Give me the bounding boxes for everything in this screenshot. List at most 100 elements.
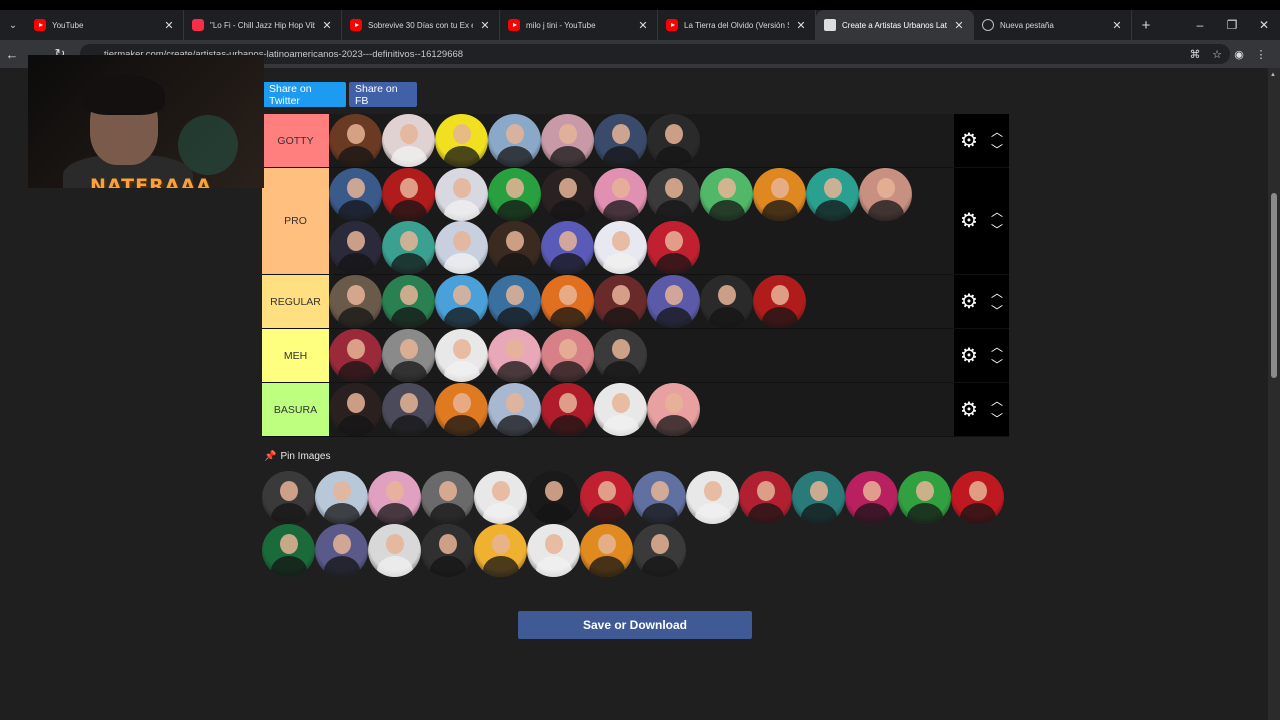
tier-item-avatar[interactable] bbox=[488, 275, 541, 328]
tab-tierra[interactable]: La Tierra del Olvido (Versión Sa ✕ bbox=[658, 10, 816, 40]
tier-item-avatar[interactable] bbox=[382, 275, 435, 328]
pin-image-avatar[interactable] bbox=[421, 524, 474, 577]
close-icon[interactable]: ✕ bbox=[479, 19, 491, 32]
gear-icon[interactable]: ⚙ bbox=[958, 399, 980, 421]
tier-item-avatar[interactable] bbox=[488, 383, 541, 436]
tier-item-avatar[interactable] bbox=[859, 168, 912, 221]
pin-image-avatar[interactable] bbox=[368, 471, 421, 524]
tier-item-avatar[interactable] bbox=[435, 329, 488, 382]
tier-item-avatar[interactable] bbox=[329, 275, 382, 328]
pin-image-avatar[interactable] bbox=[580, 524, 633, 577]
tier-item-avatar[interactable] bbox=[541, 275, 594, 328]
tab-youtube[interactable]: YouTube ✕ bbox=[26, 10, 184, 40]
tier-label[interactable]: REGULAR bbox=[262, 275, 329, 328]
tier-item-avatar[interactable] bbox=[329, 329, 382, 382]
page-scrollbar[interactable]: ▲ bbox=[1268, 68, 1280, 720]
tier-item-avatar[interactable] bbox=[700, 275, 753, 328]
new-tab-button[interactable]: + bbox=[1132, 17, 1160, 34]
tier-item-avatar[interactable] bbox=[594, 114, 647, 167]
tier-label[interactable]: BASURA bbox=[262, 383, 329, 436]
tab-lofi[interactable]: "Lo Fi - Chill Jazz Hip Hop Vibes ✕ bbox=[184, 10, 342, 40]
tier-item-avatar[interactable] bbox=[594, 275, 647, 328]
tier-item-avatar[interactable] bbox=[700, 168, 753, 221]
pin-image-avatar[interactable] bbox=[633, 524, 686, 577]
gear-icon[interactable]: ⚙ bbox=[958, 291, 980, 313]
tier-item-avatar[interactable] bbox=[541, 329, 594, 382]
pin-image-avatar[interactable] bbox=[633, 471, 686, 524]
scroll-up-icon[interactable]: ▲ bbox=[1270, 72, 1276, 78]
chevron-up-icon[interactable]: ︿ bbox=[991, 203, 1003, 221]
chevron-down-icon[interactable]: ﹀ bbox=[991, 410, 1003, 428]
tab-tiermaker[interactable]: Create a Artistas Urbanos Latino ✕ bbox=[816, 10, 974, 40]
pin-image-avatar[interactable] bbox=[474, 471, 527, 524]
scroll-thumb[interactable] bbox=[1271, 193, 1277, 378]
tier-item-avatar[interactable] bbox=[435, 221, 488, 274]
pin-image-avatar[interactable] bbox=[262, 471, 315, 524]
pin-image-avatar[interactable] bbox=[527, 471, 580, 524]
tier-item-avatar[interactable] bbox=[435, 168, 488, 221]
share-facebook-button[interactable]: Share on FB bbox=[349, 82, 417, 107]
pin-image-avatar[interactable] bbox=[898, 471, 951, 524]
chevron-up-icon[interactable]: ︿ bbox=[991, 123, 1003, 141]
pin-image-avatar[interactable] bbox=[421, 471, 474, 524]
tab-search-button[interactable]: ⌄ bbox=[0, 10, 26, 40]
bookmark-star-icon[interactable]: ☆ bbox=[1206, 48, 1228, 61]
close-icon[interactable]: ✕ bbox=[953, 19, 965, 32]
minimize-button[interactable]: – bbox=[1184, 10, 1216, 40]
tier-item-avatar[interactable] bbox=[435, 275, 488, 328]
tier-item-avatar[interactable] bbox=[806, 168, 859, 221]
close-icon[interactable]: ✕ bbox=[637, 19, 649, 32]
pin-image-avatar[interactable] bbox=[792, 471, 845, 524]
tier-item-avatar[interactable] bbox=[541, 168, 594, 221]
tier-label[interactable]: MEH bbox=[262, 329, 329, 382]
translate-icon[interactable]: ⌘ bbox=[1184, 48, 1206, 61]
tier-item-avatar[interactable] bbox=[382, 168, 435, 221]
tier-item-avatar[interactable] bbox=[647, 275, 700, 328]
pin-image-avatar[interactable] bbox=[739, 471, 792, 524]
tier-item-avatar[interactable] bbox=[594, 383, 647, 436]
chevron-down-icon[interactable]: ﹀ bbox=[991, 356, 1003, 374]
tier-item-avatar[interactable] bbox=[382, 221, 435, 274]
chevron-down-icon[interactable]: ﹀ bbox=[991, 302, 1003, 320]
tier-item-avatar[interactable] bbox=[382, 114, 435, 167]
tier-item-avatar[interactable] bbox=[329, 383, 382, 436]
close-icon[interactable]: ✕ bbox=[163, 19, 175, 32]
chevron-up-icon[interactable]: ︿ bbox=[991, 392, 1003, 410]
tab-sobrevive[interactable]: Sobrevive 30 Días con tu Ex en ✕ bbox=[342, 10, 500, 40]
chevron-down-icon[interactable]: ﹀ bbox=[991, 141, 1003, 159]
tier-item-avatar[interactable] bbox=[488, 329, 541, 382]
chevron-down-icon[interactable]: ﹀ bbox=[991, 221, 1003, 239]
back-button[interactable]: ← bbox=[0, 40, 24, 68]
tab-milo[interactable]: milo j tini - YouTube ✕ bbox=[500, 10, 658, 40]
close-window-button[interactable]: ✕ bbox=[1248, 10, 1280, 40]
pin-image-avatar[interactable] bbox=[474, 524, 527, 577]
close-icon[interactable]: ✕ bbox=[795, 19, 807, 32]
chevron-up-icon[interactable]: ︿ bbox=[991, 338, 1003, 356]
tier-item-avatar[interactable] bbox=[541, 114, 594, 167]
tier-item-avatar[interactable] bbox=[435, 383, 488, 436]
pin-image-avatar[interactable] bbox=[527, 524, 580, 577]
gear-icon[interactable]: ⚙ bbox=[958, 130, 980, 152]
pin-image-avatar[interactable] bbox=[368, 524, 421, 577]
tier-item-avatar[interactable] bbox=[647, 383, 700, 436]
close-icon[interactable]: ✕ bbox=[1111, 19, 1123, 32]
tier-item-avatar[interactable] bbox=[594, 168, 647, 221]
pin-image-avatar[interactable] bbox=[315, 524, 368, 577]
chevron-up-icon[interactable]: ︿ bbox=[991, 284, 1003, 302]
tier-item-avatar[interactable] bbox=[488, 168, 541, 221]
tier-item-avatar[interactable] bbox=[488, 114, 541, 167]
tier-item-avatar[interactable] bbox=[329, 114, 382, 167]
tier-item-avatar[interactable] bbox=[435, 114, 488, 167]
tier-item-avatar[interactable] bbox=[541, 383, 594, 436]
gear-icon[interactable]: ⚙ bbox=[958, 345, 980, 367]
menu-icon[interactable]: ⋮ bbox=[1250, 48, 1272, 61]
pin-image-avatar[interactable] bbox=[580, 471, 633, 524]
gear-icon[interactable]: ⚙ bbox=[958, 210, 980, 232]
tier-item-avatar[interactable] bbox=[541, 221, 594, 274]
pin-image-avatar[interactable] bbox=[951, 471, 1004, 524]
tier-label[interactable]: GOTTY bbox=[262, 114, 329, 167]
tier-label[interactable]: PRO bbox=[262, 168, 329, 274]
close-icon[interactable]: ✕ bbox=[321, 19, 333, 32]
tier-item-avatar[interactable] bbox=[647, 168, 700, 221]
tier-item-avatar[interactable] bbox=[329, 221, 382, 274]
